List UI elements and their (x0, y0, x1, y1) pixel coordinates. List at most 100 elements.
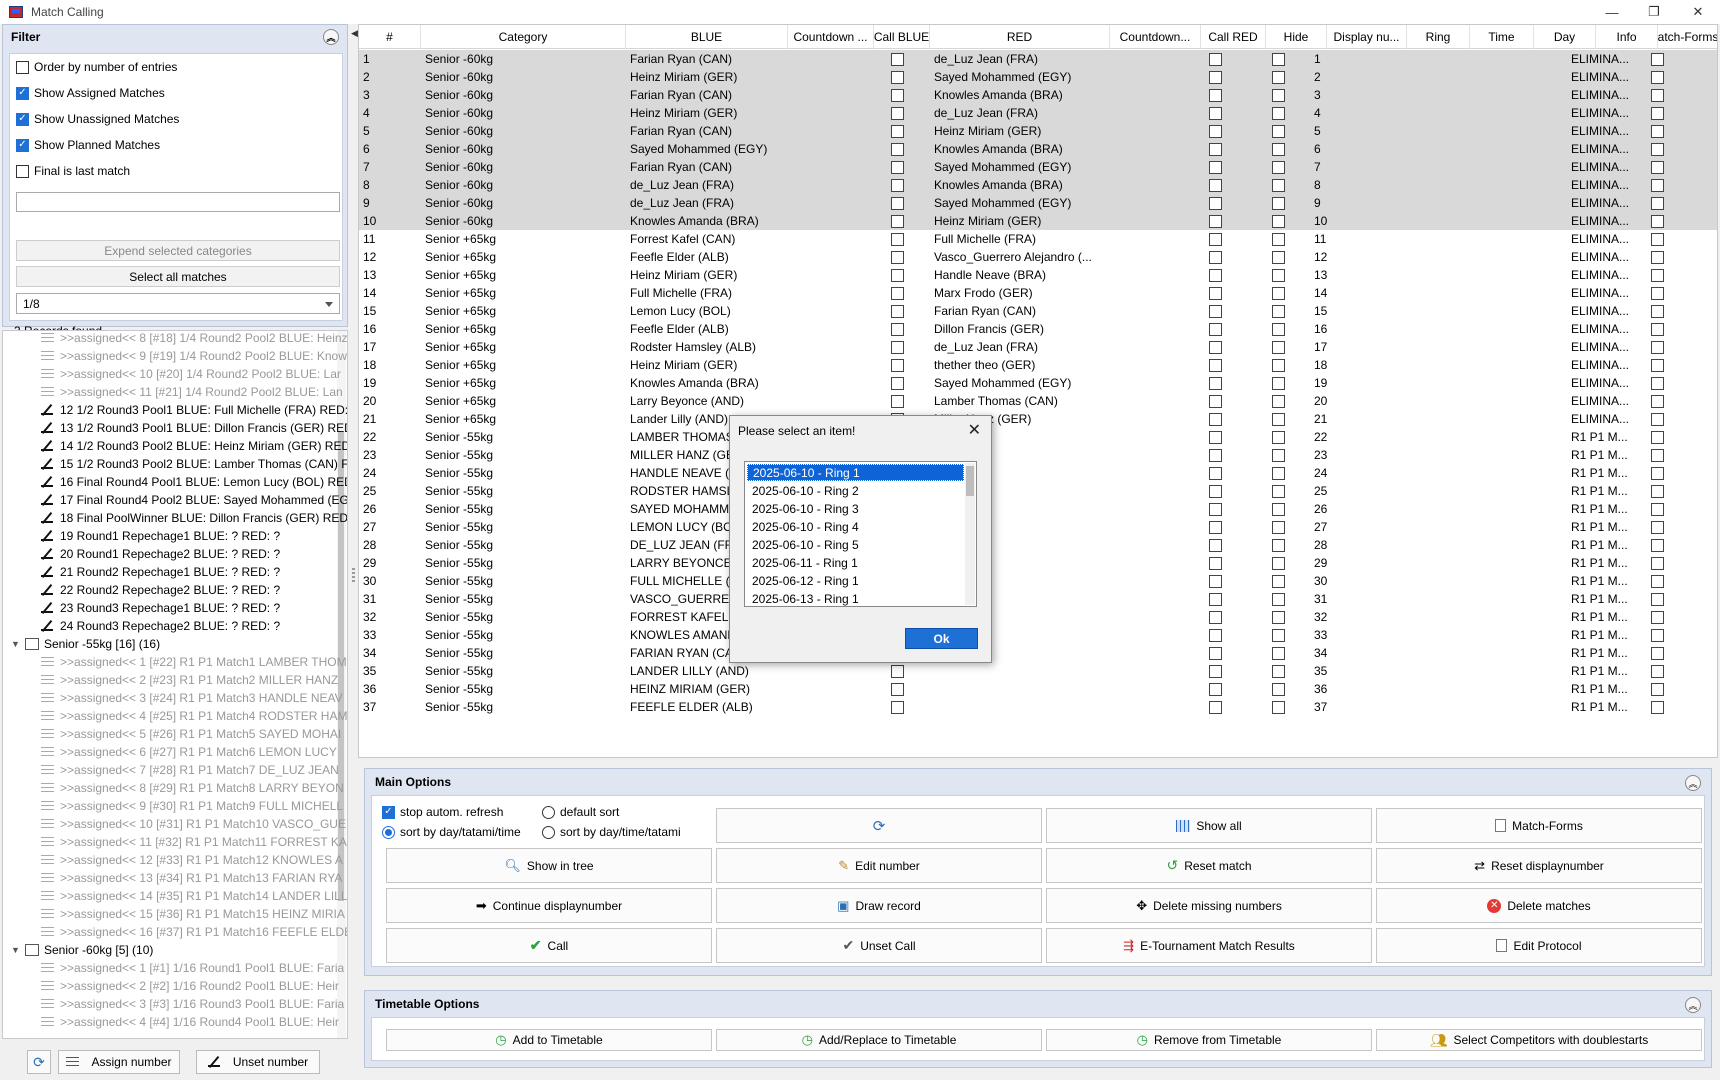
match-forms-checkbox[interactable] (1651, 520, 1664, 534)
column-header[interactable]: Countdown... (1110, 25, 1201, 49)
show-unassigned-checkbox[interactable]: ✓ Show Unassigned Matches (16, 109, 179, 129)
match-forms-checkbox[interactable] (1651, 124, 1664, 138)
call-blue-checkbox[interactable] (891, 250, 904, 264)
table-row[interactable]: 28 Senior -55kg DE_LUZ JEAN (FRA 28 R1 P1 M.… (359, 536, 1717, 554)
call-red-checkbox[interactable] (1209, 430, 1222, 444)
remove-from-timetable-button[interactable]: ◷ Remove from Timetable (1046, 1029, 1372, 1051)
ring-listbox[interactable]: 2025-06-10 - Ring 1 2025-06-10 - Ring 2 20… (744, 461, 977, 607)
call-blue-checkbox[interactable] (891, 88, 904, 102)
table-row[interactable]: 22 Senior -55kg LAMBER THOMAS 22 R1 P1 M... (359, 428, 1717, 446)
reset-displaynumber-button[interactable]: ⇄ Reset displaynumber (1376, 848, 1702, 883)
table-row[interactable]: 5 Senior -60kg Farian Ryan (CAN) Heinz Miri… (359, 122, 1717, 140)
tree-group-node[interactable]: ▼ Senior -55kg [16] (16) (11, 635, 160, 653)
column-header[interactable]: Time (1470, 25, 1534, 49)
ring-list-item[interactable]: 2025-06-10 - Ring 5 (747, 536, 964, 553)
show-all-button[interactable]: Show all (1046, 808, 1372, 843)
hide-checkbox[interactable] (1272, 286, 1285, 300)
hide-checkbox[interactable] (1272, 592, 1285, 606)
call-red-checkbox[interactable] (1209, 574, 1222, 588)
call-blue-checkbox[interactable] (891, 178, 904, 192)
call-blue-checkbox[interactable] (891, 70, 904, 84)
delete-missing-numbers-button[interactable]: ✥ Delete missing numbers (1046, 888, 1372, 923)
tree-match-node[interactable]: >>assigned<< 5 [#26] R1 P1 Match5 SAYED … (41, 725, 341, 743)
unset-number-button[interactable]: Unset number (196, 1050, 320, 1074)
hide-checkbox[interactable] (1272, 520, 1285, 534)
ring-list-item[interactable]: 2025-06-11 - Ring 1 (747, 554, 964, 571)
match-forms-checkbox[interactable] (1651, 232, 1664, 246)
hide-checkbox[interactable] (1272, 304, 1285, 318)
table-row[interactable]: 11 Senior +65kg Forrest Kafel (CAN) Full Mi… (359, 230, 1717, 248)
tree-match-node[interactable]: >>assigned<< 3 [#3] 1/16 Round3 Pool1 BL… (41, 995, 344, 1013)
column-header[interactable]: Countdown ... (788, 25, 874, 49)
tree-match-node[interactable]: >>assigned<< 11 [#32] R1 P1 Match11 FORR… (41, 833, 347, 851)
call-red-checkbox[interactable] (1209, 304, 1222, 318)
checkbox-icon[interactable] (16, 164, 29, 178)
tree-match-node[interactable]: >>assigned<< 10 [#31] R1 P1 Match10 VASC… (41, 815, 346, 833)
hide-checkbox[interactable] (1272, 502, 1285, 516)
call-red-checkbox[interactable] (1209, 358, 1222, 372)
table-row[interactable]: 35 Senior -55kg LANDER LILLY (AND) 35 R1 P1 … (359, 662, 1717, 680)
table-row[interactable]: 7 Senior -60kg Farian Ryan (CAN) Sayed Moha… (359, 158, 1717, 176)
order-by-entries-checkbox[interactable]: Order by number of entries (16, 57, 177, 77)
call-red-checkbox[interactable] (1209, 610, 1222, 624)
call-red-checkbox[interactable] (1209, 106, 1222, 120)
call-blue-checkbox[interactable] (891, 160, 904, 174)
table-row[interactable]: 14 Senior +65kg Full Michelle (FRA) Marx Fr… (359, 284, 1717, 302)
hide-checkbox[interactable] (1272, 268, 1285, 282)
table-row[interactable]: 4 Senior -60kg Heinz Miriam (GER) de_Luz Je… (359, 104, 1717, 122)
column-header[interactable]: Info (1596, 25, 1658, 49)
select-doublestarts-button[interactable]: 👥︎ Select Competitors with doublestarts (1376, 1029, 1702, 1051)
table-row[interactable]: 21Senior +65kgLander Lilly (AND)Miller H… (359, 410, 1717, 428)
hide-checkbox[interactable] (1272, 538, 1285, 552)
match-forms-checkbox[interactable] (1651, 250, 1664, 264)
call-blue-checkbox[interactable] (891, 52, 904, 66)
close-window-button[interactable]: ✕ (1680, 0, 1716, 24)
ring-list-item[interactable]: 2025-06-12 - Ring 1 (747, 572, 964, 589)
match-forms-checkbox[interactable] (1651, 106, 1664, 120)
match-forms-checkbox[interactable] (1651, 682, 1664, 696)
hide-checkbox[interactable] (1272, 340, 1285, 354)
tree-match-node[interactable]: >>assigned<< 2 [#23] R1 P1 Match2 MILLER… (41, 671, 338, 689)
ring-list-item[interactable]: 2025-06-10 - Ring 2 (747, 482, 964, 499)
tree-match-node[interactable]: >>assigned<< 1 [#22] R1 P1 Match1 LAMBER… (41, 653, 347, 671)
hide-checkbox[interactable] (1272, 358, 1285, 372)
match-forms-checkbox[interactable] (1651, 448, 1664, 462)
table-row[interactable]: 17 Senior +65kg Rodster Hamsley (ALB) de_Lu… (359, 338, 1717, 356)
hide-checkbox[interactable] (1272, 412, 1285, 426)
continue-displaynumber-button[interactable]: ➡ Continue displaynumber (386, 888, 712, 923)
table-row[interactable]: 23 Senior -55kg MILLER HANZ (GE 23 R1 P1 M..… (359, 446, 1717, 464)
splitter-arrow-icon[interactable]: ◀ (351, 28, 358, 39)
hide-checkbox[interactable] (1272, 178, 1285, 192)
call-blue-checkbox[interactable] (891, 268, 904, 282)
checkbox-checked-icon[interactable]: ✓ (382, 805, 395, 819)
column-header[interactable]: Category (421, 25, 626, 49)
match-forms-checkbox[interactable] (1651, 484, 1664, 498)
hide-checkbox[interactable] (1272, 430, 1285, 444)
column-header[interactable]: Match-Forms... (1658, 25, 1717, 49)
tree-match-node[interactable]: >>assigned<< 4 [#4] 1/16 Round4 Pool1 BL… (41, 1013, 339, 1031)
call-red-checkbox[interactable] (1209, 196, 1222, 210)
sort-day-tatami-time-radio[interactable]: sort by day/tatami/time (382, 822, 521, 842)
round-select[interactable]: 1/8 (16, 293, 340, 314)
table-row[interactable]: 24 Senior -55kg HANDLE NEAVE (B 24 R1 P1 M..… (359, 464, 1717, 482)
match-forms-checkbox[interactable] (1651, 52, 1664, 66)
show-assigned-checkbox[interactable]: ✓ Show Assigned Matches (16, 83, 165, 103)
hide-checkbox[interactable] (1272, 610, 1285, 624)
call-red-checkbox[interactable] (1209, 376, 1222, 390)
show-in-tree-button[interactable]: 🔍︎ Show in tree (386, 848, 712, 883)
call-blue-checkbox[interactable] (891, 682, 904, 696)
match-forms-checkbox[interactable] (1651, 214, 1664, 228)
table-row[interactable]: 30 Senior -55kg FULL MICHELLE (F 30 R1 P1 M.… (359, 572, 1717, 590)
call-blue-checkbox[interactable] (891, 340, 904, 354)
call-blue-checkbox[interactable] (891, 232, 904, 246)
call-red-checkbox[interactable] (1209, 322, 1222, 336)
call-red-checkbox[interactable] (1209, 232, 1222, 246)
call-red-checkbox[interactable] (1209, 394, 1222, 408)
call-red-checkbox[interactable] (1209, 178, 1222, 192)
table-row[interactable]: 1 Senior -60kg Farian Ryan (CAN) de_Luz Jea… (359, 50, 1717, 68)
checkbox-checked-icon[interactable]: ✓ (16, 86, 29, 100)
call-red-checkbox[interactable] (1209, 250, 1222, 264)
tree-match-node[interactable]: >>assigned<< 3 [#24] R1 P1 Match3 HANDLE… (41, 689, 343, 707)
call-red-checkbox[interactable] (1209, 628, 1222, 642)
call-red-checkbox[interactable] (1209, 682, 1222, 696)
